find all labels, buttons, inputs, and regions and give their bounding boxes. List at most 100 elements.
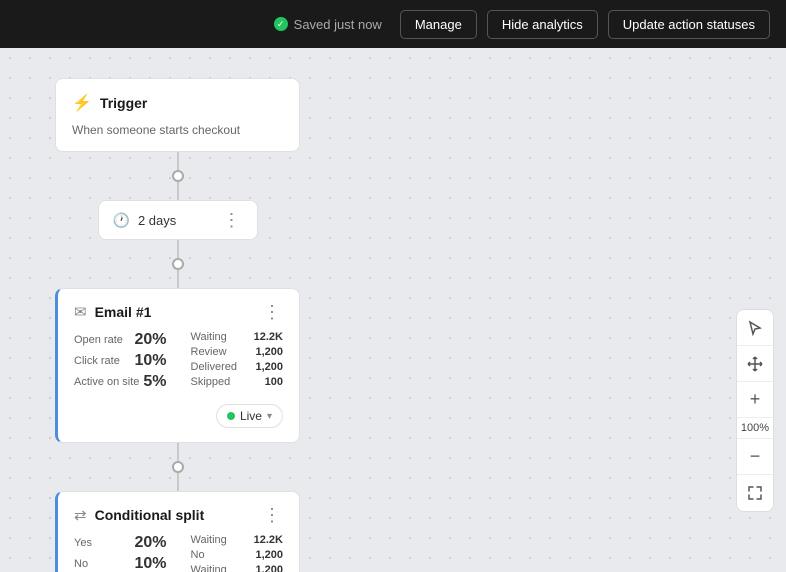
clock-icon: 🕐 [113,212,130,229]
split-right-waiting-row: Waiting 12.2K [191,534,284,546]
delivered-label: Delivered [191,361,237,373]
trigger-title-row: ⚡ Trigger [72,93,147,113]
no-row: No 10% [74,555,167,572]
hide-analytics-button[interactable]: Hide analytics [487,10,598,39]
split-right-waiting-value: 12.2K [254,534,283,546]
zoom-in-button[interactable]: + [737,382,773,418]
email-more-button[interactable]: ⋮ [261,303,283,321]
connector-3 [172,443,184,491]
zoom-out-button[interactable]: − [737,439,773,475]
fit-button[interactable] [737,475,773,511]
split-right-waiting2-value: 1,200 [255,564,283,572]
skipped-label: Skipped [191,376,231,388]
delay-label: 2 days [138,213,176,228]
saved-status: ✓ Saved just now [274,17,382,32]
active-row: Active on site 5% [74,373,167,391]
chevron-down-icon: ▾ [267,411,272,422]
split-right-waiting-label: Waiting [191,534,227,546]
open-rate-label: Open rate [74,334,123,346]
delay-more-button[interactable]: ⋮ [221,211,243,229]
connector-2 [172,240,184,288]
node-dot-1 [172,170,184,182]
review-row: Review 1,200 [191,346,284,358]
yes-row: Yes 20% [74,534,167,552]
split-right-no-label: No [191,549,205,561]
delay-card[interactable]: 🕐 2 days ⋮ [98,200,258,240]
active-value: 5% [143,373,166,391]
skipped-value: 100 [265,376,283,388]
click-rate-label: Click rate [74,355,120,367]
saved-text: Saved just now [294,17,382,32]
split-card: ⇄ Conditional split ⋮ Yes 20% No 10% [55,491,300,572]
skipped-row: Skipped 100 [191,376,284,388]
split-left-stats: Yes 20% No 10% Waiting 5% [74,534,167,572]
vline-5 [177,443,179,461]
split-right-no-value: 1,200 [255,549,283,561]
email-title-row: ✉ Email #1 [74,303,151,321]
split-right-waiting2-row: Waiting 1,200 [191,564,284,572]
no-value: 10% [134,555,166,572]
move-icon [747,356,763,372]
waiting-label: Waiting [191,331,227,343]
review-label: Review [191,346,227,358]
trigger-icon: ⚡ [72,93,92,113]
fit-icon [748,486,762,500]
vline-4 [177,270,179,288]
split-icon: ⇄ [74,506,87,524]
workflow-canvas: ⚡ Trigger When someone starts checkout 🕐… [0,48,786,572]
trigger-card-header: ⚡ Trigger [72,93,283,113]
waiting-value: 12.2K [254,331,283,343]
live-badge-row: Live ▾ [74,404,283,428]
trigger-subtitle: When someone starts checkout [72,123,283,137]
no-label: No [74,558,88,570]
zoom-level: 100% [737,418,773,439]
vline-2 [177,182,179,200]
split-right-no-row: No 1,200 [191,549,284,561]
split-title: Conditional split [95,507,205,523]
active-label: Active on site [74,376,139,388]
vline-6 [177,473,179,491]
email-icon: ✉ [74,303,87,321]
split-analytics: Yes 20% No 10% Waiting 5% Waiting [74,534,283,572]
split-card-header: ⇄ Conditional split ⋮ [74,506,283,524]
update-statuses-button[interactable]: Update action statuses [608,10,770,39]
split-more-button[interactable]: ⋮ [261,506,283,524]
check-icon: ✓ [274,17,288,31]
split-title-row: ⇄ Conditional split [74,506,204,524]
open-rate-value: 20% [134,331,166,349]
click-rate-value: 10% [134,352,166,370]
connector-1 [172,152,184,200]
email-card: ✉ Email #1 ⋮ Open rate 20% Click rate 10… [55,288,300,443]
topbar: ✓ Saved just now Manage Hide analytics U… [0,0,786,48]
trigger-card: ⚡ Trigger When someone starts checkout [55,78,300,152]
node-dot-3 [172,461,184,473]
node-dot-2 [172,258,184,270]
pan-tool-button[interactable] [737,346,773,382]
live-badge[interactable]: Live ▾ [216,404,283,428]
cursor-icon [747,320,763,336]
waiting-row: Waiting 12.2K [191,331,284,343]
email-analytics: Open rate 20% Click rate 10% Active on s… [74,331,283,394]
click-rate-row: Click rate 10% [74,352,167,370]
yes-value: 20% [134,534,166,552]
delay-left: 🕐 2 days [113,212,177,229]
zoom-toolbar: + 100% − [736,309,774,512]
split-right-waiting2-label: Waiting [191,564,227,572]
email-right-stats: Waiting 12.2K Review 1,200 Delivered 1,2… [191,331,284,394]
vline-1 [177,152,179,170]
vline-3 [177,240,179,258]
email-left-stats: Open rate 20% Click rate 10% Active on s… [74,331,167,394]
delivered-row: Delivered 1,200 [191,361,284,373]
trigger-title: Trigger [100,95,147,111]
delivered-value: 1,200 [255,361,283,373]
email-card-header: ✉ Email #1 ⋮ [74,303,283,321]
flow-area: ⚡ Trigger When someone starts checkout 🕐… [55,78,300,572]
select-tool-button[interactable] [737,310,773,346]
manage-button[interactable]: Manage [400,10,477,39]
yes-label: Yes [74,537,92,549]
live-label: Live [240,409,262,423]
email-title: Email #1 [95,304,152,320]
live-dot [227,412,235,420]
open-rate-row: Open rate 20% [74,331,167,349]
split-right-stats: Waiting 12.2K No 1,200 Waiting 1,200 [191,534,284,572]
